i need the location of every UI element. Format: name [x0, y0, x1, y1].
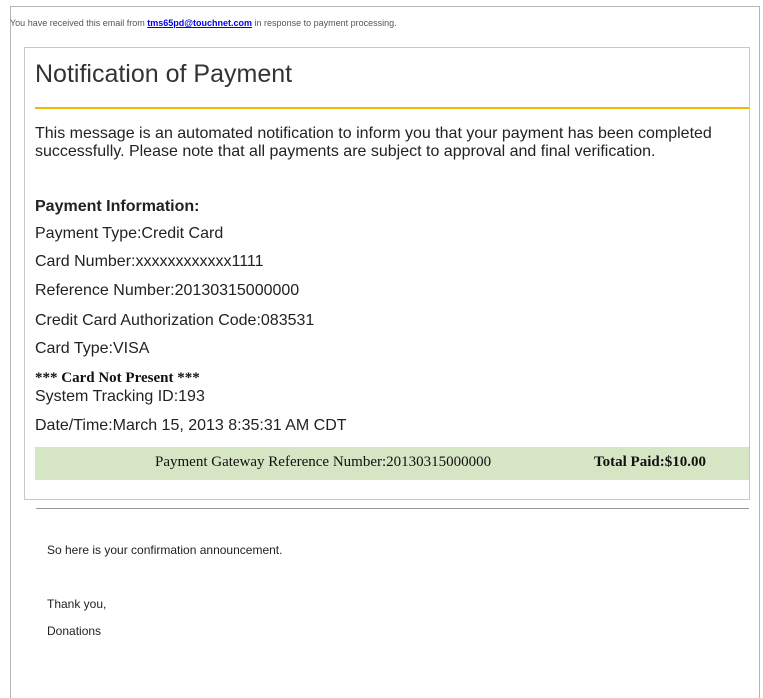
sender-notice: You have received this email from tms65p… [10, 18, 397, 28]
notice-prefix: You have received this email from [10, 18, 148, 28]
card-number: Card Number:xxxxxxxxxxxx1111 [35, 253, 264, 270]
card-not-present-note: *** Card Not Present *** [35, 370, 200, 386]
total-paid: Total Paid:$10.00 [594, 454, 706, 470]
reference-number: Reference Number:20130315000000 [35, 282, 300, 299]
gateway-reference-number: Payment Gateway Reference Number:2013031… [155, 454, 492, 470]
title-underline [35, 107, 749, 109]
system-tracking-id: System Tracking ID:193 [35, 388, 205, 405]
payment-type: Payment Type:Credit Card [35, 225, 224, 242]
confirmation-text: So here is your confirmation announcemen… [47, 543, 283, 557]
signature-text: Donations [47, 624, 102, 638]
automated-message: This message is an automated notificatio… [35, 125, 712, 160]
notice-suffix: in response to payment processing. [252, 18, 397, 28]
footer-divider [36, 508, 749, 509]
thank-you-text: Thank you, [47, 597, 107, 611]
payment-information-heading: Payment Information: [35, 198, 200, 215]
notification-title: Notification of Payment [35, 60, 293, 88]
date-time: Date/Time:March 15, 2013 8:35:31 AM CDT [35, 417, 347, 434]
authorization-code: Credit Card Authorization Code:083531 [35, 312, 315, 329]
total-summary-bar: Payment Gateway Reference Number:2013031… [35, 447, 749, 480]
payment-notification-card: Notification of Payment This message is … [24, 47, 750, 500]
sender-email-link[interactable]: tms65pd@touchnet.com [147, 18, 252, 28]
card-type: Card Type:VISA [35, 340, 150, 357]
